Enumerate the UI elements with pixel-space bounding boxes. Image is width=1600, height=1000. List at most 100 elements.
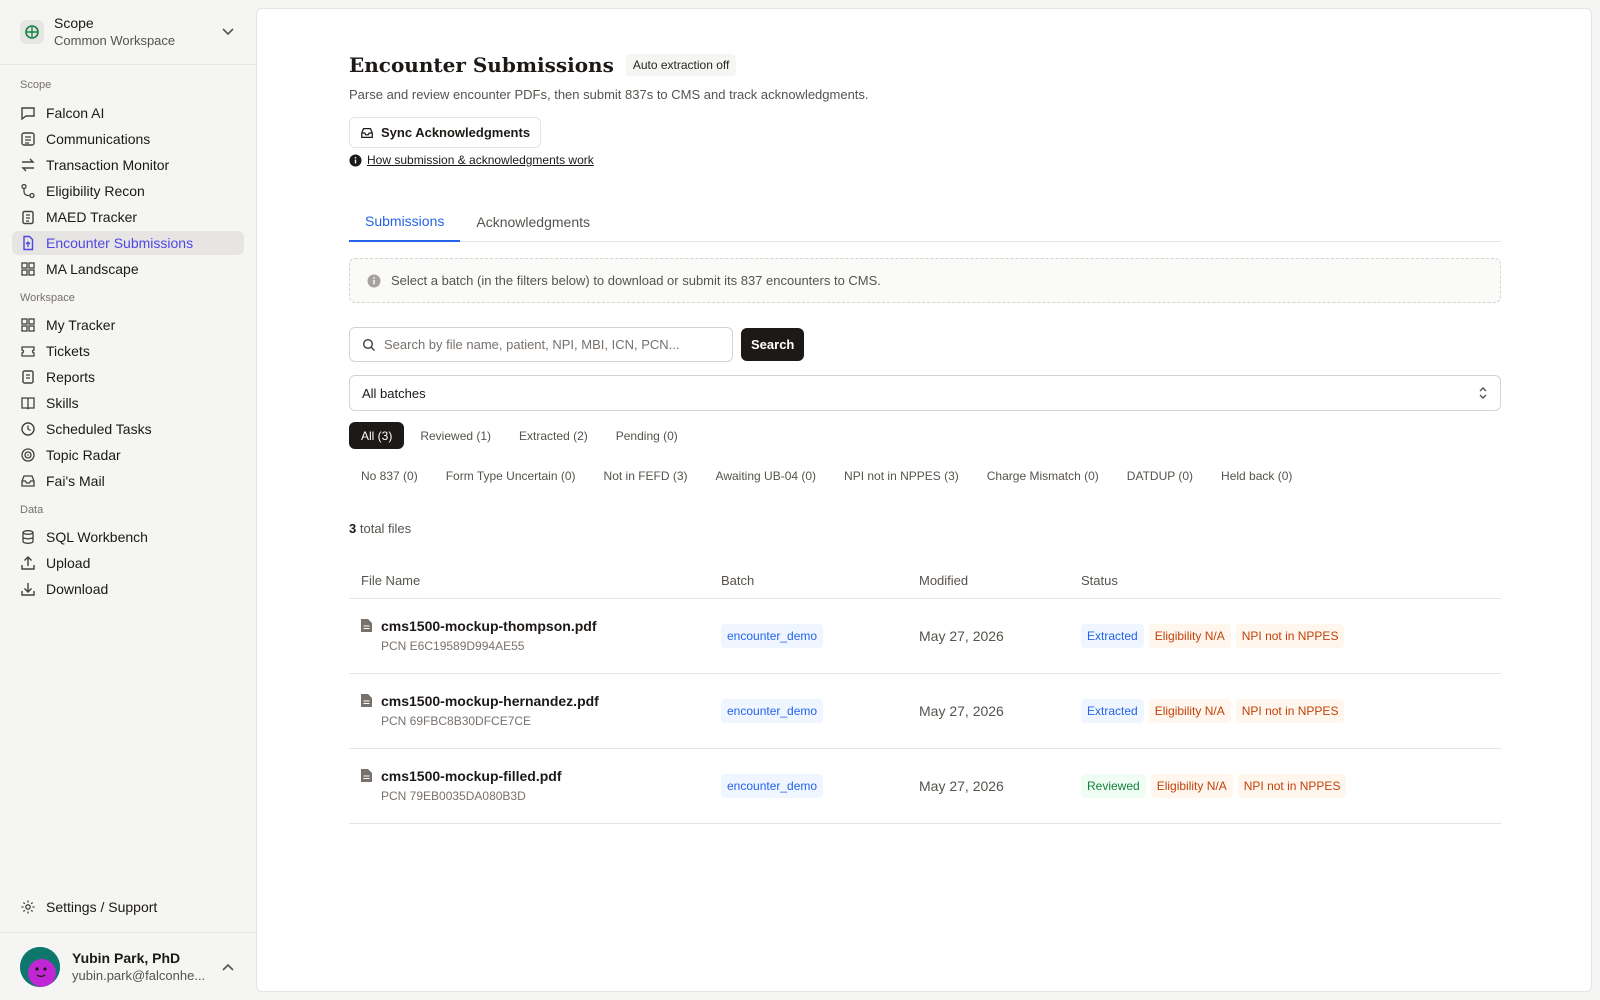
sidebar-item-label: My Tracker (46, 317, 116, 333)
column-header-file-name[interactable]: File Name (349, 573, 721, 588)
search-input[interactable] (384, 337, 704, 352)
filter-datdup[interactable]: DATDUP (0) (1115, 462, 1205, 489)
sidebar-item-sql-workbench[interactable]: SQL Workbench (12, 525, 244, 549)
user-menu[interactable]: Yubin Park, PhD yubin.park@falconhe... (0, 932, 256, 1000)
tab-submissions[interactable]: Submissions (349, 201, 461, 242)
file-name[interactable]: cms1500-mockup-hernandez.pdf (381, 692, 599, 710)
table-row[interactable]: cms1500-mockup-filled.pdf PCN 79EB0035DA… (349, 749, 1501, 824)
sidebar: Scope Common Workspace Scope Falcon AI C… (0, 0, 256, 1000)
info-filled-icon (349, 153, 362, 167)
filter-all[interactable]: All (3) (349, 422, 405, 449)
sidebar-item-label: Falcon AI (46, 105, 105, 121)
batch-select[interactable]: All batches (349, 375, 1501, 411)
file-icon (361, 694, 372, 707)
grid-icon (20, 317, 36, 333)
status-tag-eligibility: Eligibility N/A (1148, 624, 1231, 648)
howto-row: How submission & acknowledgments work (349, 153, 594, 167)
status-tag-reviewed: Reviewed (1081, 774, 1146, 798)
clipboard-icon (20, 209, 36, 225)
batch-tag: encounter_demo (721, 624, 824, 648)
batch-tag: encounter_demo (721, 699, 824, 723)
filter-awaiting-ub04[interactable]: Awaiting UB-04 (0) (704, 462, 829, 489)
filter-pending[interactable]: Pending (0) (604, 422, 690, 449)
file-name[interactable]: cms1500-mockup-thompson.pdf (381, 617, 596, 635)
workspace-logo-icon (20, 20, 44, 44)
workspace-title: Scope (54, 15, 94, 31)
tab-acknowledgments[interactable]: Acknowledgments (460, 201, 606, 242)
status-tag-npi: NPI not in NPPES (1235, 699, 1345, 723)
filter-charge-mismatch[interactable]: Charge Mismatch (0) (975, 462, 1111, 489)
table-header: File Name Batch Modified Status (349, 562, 1501, 599)
file-icon (361, 619, 372, 632)
info-banner: Select a batch (in the filters below) to… (349, 258, 1501, 303)
column-header-modified[interactable]: Modified (919, 573, 1081, 588)
status-badge: Auto extraction off (625, 54, 737, 76)
sidebar-item-my-tracker[interactable]: My Tracker (12, 313, 244, 337)
filter-extracted[interactable]: Extracted (2) (507, 422, 600, 449)
filter-npi-not-in-nppes[interactable]: NPI not in NPPES (3) (832, 462, 971, 489)
info-icon (367, 274, 381, 288)
sidebar-item-scheduled-tasks[interactable]: Scheduled Tasks (12, 417, 244, 441)
sidebar-item-reports[interactable]: Reports (12, 365, 244, 389)
upload-icon (20, 555, 36, 571)
database-icon (20, 529, 36, 545)
sidebar-item-maed-tracker[interactable]: MAED Tracker (12, 205, 244, 229)
sidebar-item-falcon-ai[interactable]: Falcon AI (12, 101, 244, 125)
file-icon (361, 769, 372, 782)
chat-icon (20, 105, 36, 121)
column-header-status[interactable]: Status (1081, 573, 1501, 588)
filter-held-back[interactable]: Held back (0) (1209, 462, 1304, 489)
sidebar-item-ma-landscape[interactable]: MA Landscape (12, 257, 244, 281)
sidebar-item-transaction-monitor[interactable]: Transaction Monitor (12, 153, 244, 177)
sidebar-item-fais-mail[interactable]: Fai's Mail (12, 469, 244, 493)
filter-reviewed[interactable]: Reviewed (1) (408, 422, 503, 449)
sidebar-item-label: Scheduled Tasks (46, 421, 152, 437)
radar-icon (20, 447, 36, 463)
table-row[interactable]: cms1500-mockup-hernandez.pdf PCN 69FBC8B… (349, 674, 1501, 749)
status-tag-eligibility: Eligibility N/A (1148, 699, 1231, 723)
files-table: File Name Batch Modified Status cms1500-… (349, 562, 1501, 824)
sidebar-item-settings[interactable]: Settings / Support (12, 895, 244, 919)
sidebar-item-label: Communications (46, 131, 151, 147)
filter-no-837[interactable]: No 837 (0) (349, 462, 430, 489)
batch-select-value: All batches (362, 385, 426, 401)
sidebar-item-download[interactable]: Download (12, 577, 244, 601)
chevron-up-icon (220, 959, 236, 975)
filter-form-type-uncertain[interactable]: Form Type Uncertain (0) (434, 462, 588, 489)
file-name[interactable]: cms1500-mockup-filled.pdf (381, 767, 562, 785)
page-subtitle: Parse and review encounter PDFs, then su… (349, 87, 869, 102)
sidebar-item-tickets[interactable]: Tickets (12, 339, 244, 363)
nav-section-workspace: Workspace (20, 292, 75, 304)
sidebar-item-label: MAED Tracker (46, 209, 138, 225)
column-header-batch[interactable]: Batch (721, 573, 919, 588)
clock-icon (20, 421, 36, 437)
table-row[interactable]: cms1500-mockup-thompson.pdf PCN E6C19589… (349, 599, 1501, 674)
batch-tag: encounter_demo (721, 774, 824, 798)
sidebar-item-label: Transaction Monitor (46, 157, 170, 173)
sync-acknowledgments-button[interactable]: Sync Acknowledgments (349, 117, 542, 148)
ticket-icon (20, 343, 36, 359)
search-icon (362, 338, 376, 352)
sidebar-item-topic-radar[interactable]: Topic Radar (12, 443, 244, 467)
sidebar-item-label: Eligibility Recon (46, 183, 145, 199)
sidebar-item-label: Encounter Submissions (46, 235, 194, 251)
filter-not-in-fefd[interactable]: Not in FEFD (3) (592, 462, 700, 489)
sidebar-item-label: Reports (46, 369, 96, 385)
status-tag-extracted: Extracted (1081, 699, 1144, 723)
sync-acknowledgments-label: Sync Acknowledgments (381, 125, 531, 140)
sidebar-item-label: Skills (46, 395, 79, 411)
sidebar-item-eligibility-recon[interactable]: Eligibility Recon (12, 179, 244, 203)
user-email: yubin.park@falconhe... (72, 967, 206, 983)
howto-link[interactable]: How submission & acknowledgments work (367, 153, 594, 167)
search-button[interactable]: Search (741, 328, 805, 361)
sidebar-item-label: Settings / Support (46, 899, 158, 915)
sidebar-item-upload[interactable]: Upload (12, 551, 244, 575)
sidebar-item-encounter-submissions[interactable]: Encounter Submissions (12, 231, 244, 255)
mail-icon (20, 473, 36, 489)
workspace-switcher[interactable]: Scope Common Workspace (0, 0, 256, 65)
sidebar-item-communications[interactable]: Communications (12, 127, 244, 151)
user-name: Yubin Park, PhD (72, 949, 181, 966)
sidebar-item-skills[interactable]: Skills (12, 391, 244, 415)
nav-section-data: Data (20, 504, 44, 516)
inbox-icon (360, 126, 374, 140)
